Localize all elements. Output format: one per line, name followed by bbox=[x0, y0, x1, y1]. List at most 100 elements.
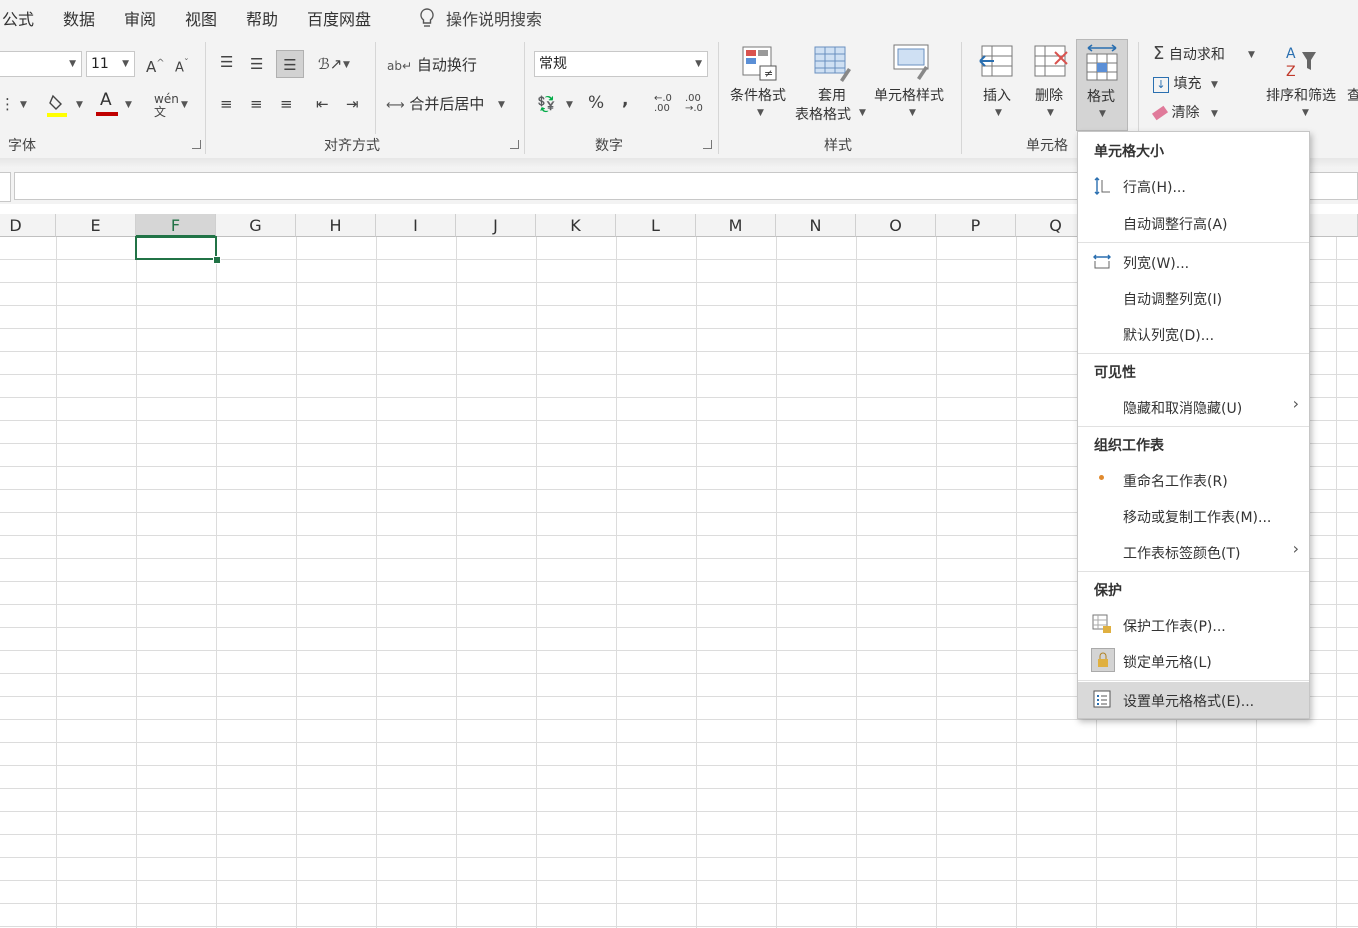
active-cell[interactable] bbox=[135, 236, 217, 260]
column-header-l[interactable]: L bbox=[616, 214, 696, 237]
insert-cells-icon[interactable] bbox=[978, 44, 1016, 80]
number-format-combo[interactable]: 常规 ▼ bbox=[534, 51, 708, 77]
decrease-font-icon[interactable]: Aˇ bbox=[175, 54, 189, 78]
border-icon[interactable]: ⋮ bbox=[0, 94, 15, 114]
decrease-decimal-icon[interactable]: .00 →.0 bbox=[685, 94, 703, 114]
column-header-g[interactable]: G bbox=[216, 214, 296, 237]
column-header-o[interactable]: O bbox=[856, 214, 936, 237]
column-header-h[interactable]: H bbox=[296, 214, 376, 237]
tab-data[interactable]: 数据 bbox=[63, 6, 95, 30]
column-header-d[interactable]: D bbox=[0, 214, 56, 237]
column-header-n[interactable]: N bbox=[776, 214, 856, 237]
font-launcher-icon[interactable] bbox=[192, 140, 201, 149]
insert-caret: ▼ bbox=[995, 108, 1002, 118]
delete-cells-icon[interactable] bbox=[1033, 44, 1071, 80]
autosum-button[interactable]: Σ 自动求和 bbox=[1153, 43, 1225, 64]
font-group-label: 字体 bbox=[8, 138, 36, 154]
tab-color-item[interactable]: 工作表标签颜色(T) bbox=[1123, 543, 1240, 563]
conditional-format-icon[interactable]: ≠ bbox=[742, 46, 778, 82]
column-header-j[interactable]: J bbox=[456, 214, 536, 237]
column-header-k[interactable]: K bbox=[536, 214, 616, 237]
sort-filter-icon[interactable]: AZ bbox=[1286, 44, 1326, 80]
tab-review[interactable]: 审阅 bbox=[124, 6, 156, 30]
phonetic-icon[interactable]: wén 文 bbox=[154, 93, 179, 119]
fill-button[interactable]: ↓ 填充 bbox=[1153, 73, 1201, 93]
column-header-label: Q bbox=[1049, 216, 1062, 235]
align-middle-icon[interactable]: ☰ bbox=[250, 54, 263, 74]
cell-styles-icon[interactable] bbox=[893, 44, 931, 80]
comma-button[interactable]: , bbox=[622, 90, 628, 110]
align-top-icon[interactable]: ☰ bbox=[220, 52, 233, 72]
autosum-caret[interactable]: ▼ bbox=[1248, 50, 1255, 60]
currency-icon[interactable]: 💱 bbox=[537, 94, 556, 114]
tab-view[interactable]: 视图 bbox=[185, 6, 217, 30]
align-right-icon[interactable]: ≡ bbox=[280, 94, 293, 114]
column-header-label: N bbox=[809, 216, 822, 235]
clear-label: 清除 bbox=[1171, 105, 1200, 121]
column-header-label: G bbox=[249, 216, 262, 235]
find-select-label[interactable]: 查 bbox=[1347, 85, 1358, 105]
separator bbox=[1078, 353, 1309, 354]
alignment-launcher-icon[interactable] bbox=[510, 140, 519, 149]
font-name-combo[interactable]: ▼ bbox=[0, 51, 82, 77]
clear-button[interactable]: 清除 bbox=[1151, 102, 1200, 122]
percent-button[interactable]: % bbox=[588, 93, 604, 113]
increase-font-icon[interactable]: A^ bbox=[146, 54, 165, 77]
protect-sheet-item[interactable]: 保护工作表(P)... bbox=[1123, 616, 1226, 636]
align-bottom-icon[interactable]: ☰ bbox=[276, 50, 304, 78]
decrease-indent-icon[interactable]: ⇤ bbox=[316, 94, 329, 114]
increase-decimal-icon[interactable]: ←.0.00 bbox=[654, 94, 672, 114]
column-header-label: M bbox=[728, 216, 743, 235]
move-copy-sheet-item[interactable]: 移动或复制工作表(M)... bbox=[1123, 507, 1271, 527]
font-color-caret: ▼ bbox=[125, 100, 132, 110]
column-width-item[interactable]: 列宽(W)... bbox=[1123, 253, 1189, 273]
orientation-icon[interactable]: ℬ↗ bbox=[318, 54, 342, 74]
section-cell-size: 单元格大小 bbox=[1094, 144, 1164, 160]
styles-group-label: 样式 bbox=[824, 138, 852, 154]
align-center-icon[interactable]: ≡ bbox=[250, 94, 263, 114]
lightbulb-icon bbox=[420, 8, 434, 27]
hide-unhide-item[interactable]: 隐藏和取消隐藏(U) bbox=[1123, 398, 1242, 418]
increase-indent-icon[interactable]: ⇥ bbox=[346, 94, 359, 114]
fill-color-icon[interactable] bbox=[47, 92, 69, 118]
lock-cell-item[interactable]: 锁定单元格(L) bbox=[1123, 652, 1212, 672]
column-header-p[interactable]: P bbox=[936, 214, 1016, 237]
format-as-table-label-2[interactable]: 表格格式 bbox=[795, 104, 851, 124]
number-group-label: 数字 bbox=[595, 138, 623, 154]
merge-center-caret[interactable]: ▼ bbox=[498, 100, 505, 110]
sigma-icon: Σ bbox=[1153, 43, 1165, 64]
conditional-format-label[interactable]: 条件格式 bbox=[730, 85, 786, 105]
align-left-icon[interactable]: ≡ bbox=[220, 94, 233, 114]
autofit-column-item[interactable]: 自动调整列宽(I) bbox=[1123, 289, 1222, 309]
autofit-row-item[interactable]: 自动调整行高(A) bbox=[1123, 214, 1228, 234]
number-launcher-icon[interactable] bbox=[703, 140, 712, 149]
row-height-item[interactable]: 行高(H)... bbox=[1123, 177, 1186, 197]
column-header-i[interactable]: I bbox=[376, 214, 456, 237]
font-color-icon[interactable]: A bbox=[96, 90, 118, 118]
column-header-m[interactable]: M bbox=[696, 214, 776, 237]
format-button[interactable]: 格式 ▼ bbox=[1076, 39, 1128, 131]
format-as-table-icon[interactable] bbox=[814, 46, 852, 82]
tab-help[interactable]: 帮助 bbox=[246, 6, 278, 30]
font-size-combo[interactable]: 11 ▼ bbox=[86, 51, 135, 77]
cell-styles-label[interactable]: 单元格样式 bbox=[874, 85, 944, 105]
column-header-f[interactable]: F bbox=[136, 214, 216, 237]
delete-label[interactable]: 删除 bbox=[1035, 85, 1063, 105]
format-cells-item[interactable]: 设置单元格格式(E)... bbox=[1123, 691, 1254, 711]
wrap-text-button[interactable]: ab↵ 自动换行 bbox=[387, 54, 477, 75]
separator bbox=[961, 42, 962, 154]
sort-filter-label[interactable]: 排序和筛选 bbox=[1266, 85, 1336, 105]
svg-text:A: A bbox=[1286, 46, 1296, 62]
format-as-table-label-1[interactable]: 套用 bbox=[818, 85, 846, 105]
default-width-item[interactable]: 默认列宽(D)... bbox=[1123, 325, 1214, 345]
insert-label[interactable]: 插入 bbox=[983, 85, 1011, 105]
tab-formulas[interactable]: 公式 bbox=[2, 6, 34, 30]
column-header-e[interactable]: E bbox=[56, 214, 136, 237]
name-box[interactable] bbox=[0, 172, 11, 202]
rename-sheet-item[interactable]: 重命名工作表(R) bbox=[1123, 471, 1228, 491]
merge-center-button[interactable]: ⟷ 合并后居中 bbox=[386, 93, 484, 114]
fill-handle[interactable] bbox=[213, 256, 221, 264]
column-header-label: P bbox=[970, 216, 981, 235]
tab-baidu-netdisk[interactable]: 百度网盘 bbox=[307, 6, 371, 30]
tell-me-search[interactable]: 操作说明搜索 bbox=[418, 6, 542, 30]
